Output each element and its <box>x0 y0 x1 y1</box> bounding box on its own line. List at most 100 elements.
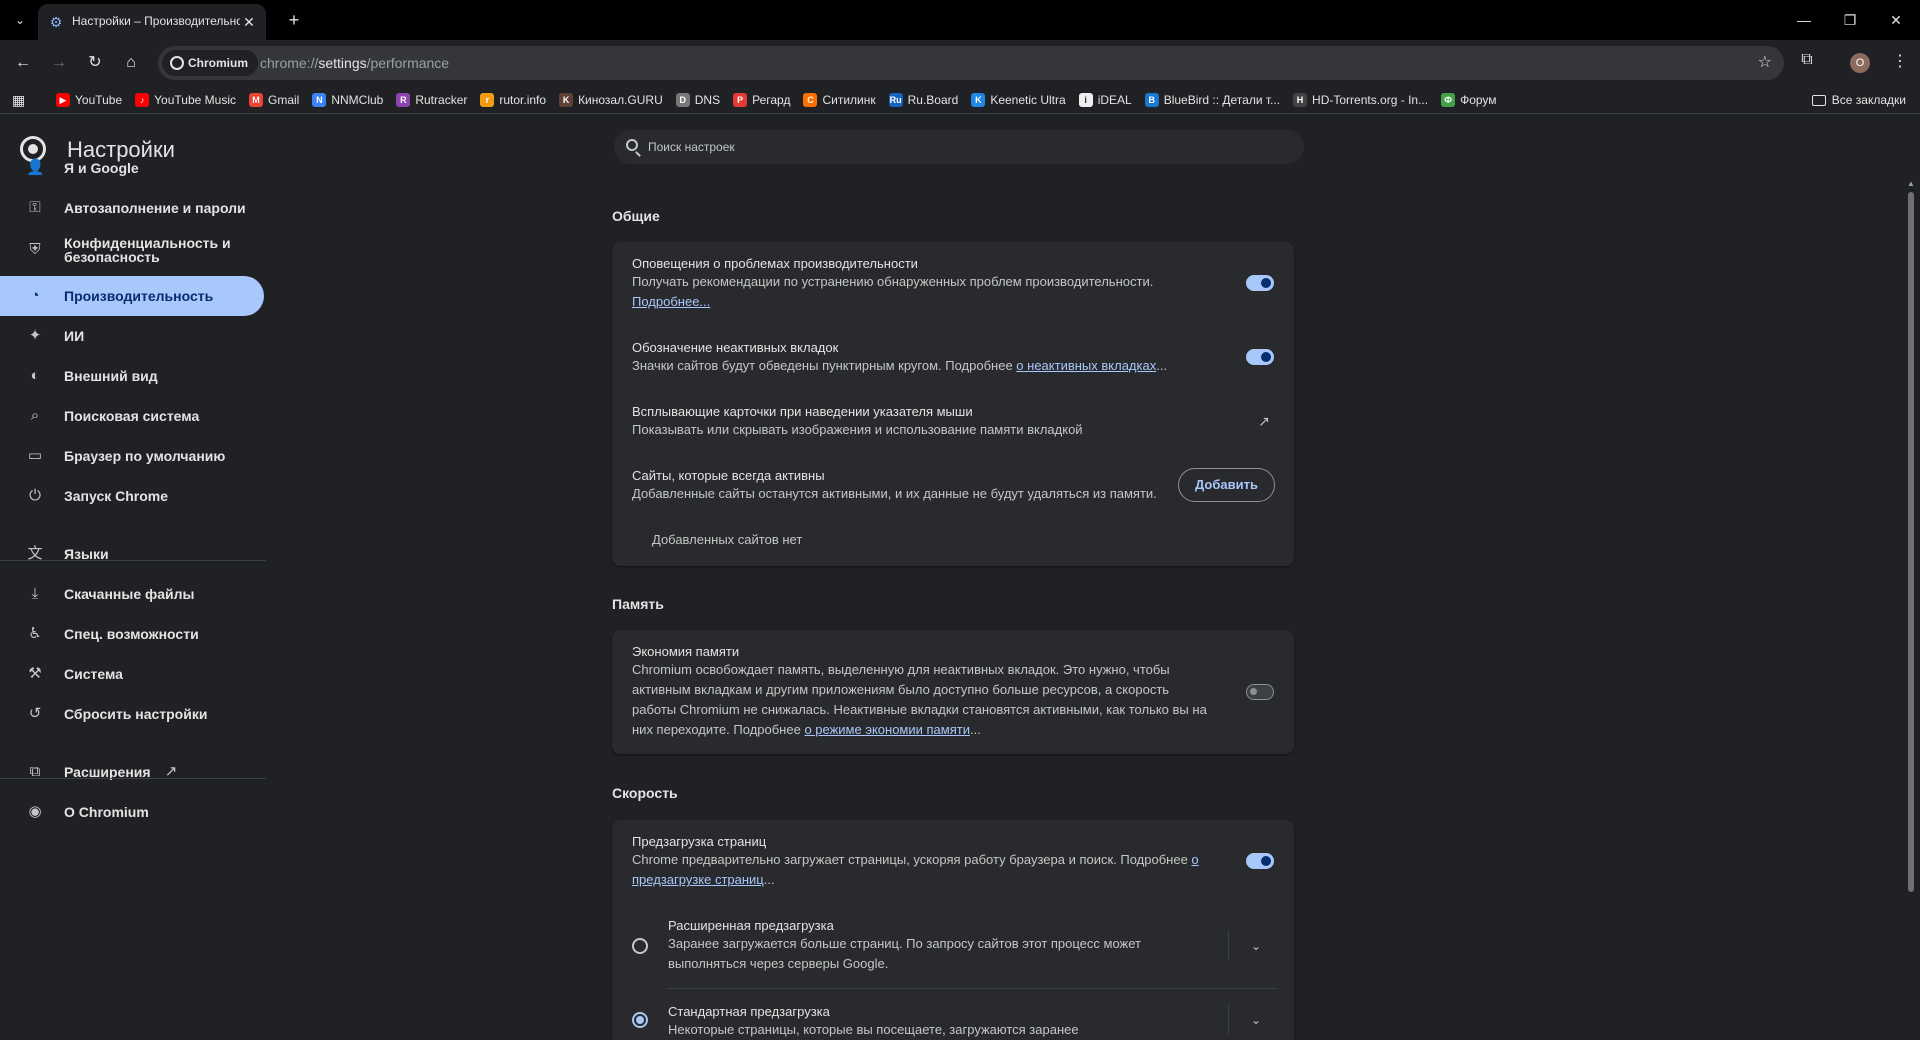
notifications-desc: Получать рекомендации по устранению обна… <box>632 274 1154 289</box>
memory-saver-desc: Chromium освобождает память, выделенную … <box>632 662 1207 737</box>
sidebar-item-palette[interactable]: ◐ Внешний вид <box>0 356 264 396</box>
tab-settings-performance[interactable]: ⚙ Настройки – Производительность ✕ <box>38 4 266 40</box>
tab-strip: ⌄ ⚙ Настройки – Производительность ✕ + —… <box>0 0 1920 40</box>
bookmark-label: Keenetic Ultra <box>990 93 1066 107</box>
bookmark-favicon-icon: ▶ <box>56 93 70 107</box>
speedometer-icon: ◔ <box>30 287 40 304</box>
bookmark-item[interactable]: M Gmail <box>248 93 299 107</box>
sidebar-item-power[interactable]: ⏻ Запуск Chrome <box>0 476 264 516</box>
tab-title: Настройки – Производительность <box>72 14 240 28</box>
sidebar-item-label: Производительность <box>64 288 214 304</box>
sidebar-item-speedometer[interactable]: ◔ Производительность <box>0 276 264 316</box>
apps-grid-icon[interactable]: ▦ <box>12 92 28 108</box>
wrench-icon: ⚒ <box>28 665 42 682</box>
bookmark-label: Ситилинк <box>822 93 876 107</box>
inactive-tabs-toggle[interactable] <box>1246 349 1274 365</box>
tab-close-icon[interactable]: ✕ <box>240 13 258 31</box>
divider <box>668 988 1278 989</box>
search-input[interactable] <box>648 139 1248 155</box>
avatar[interactable]: О <box>1850 53 1870 73</box>
minimize-button[interactable]: — <box>1784 4 1824 36</box>
sidebar-item-wrench[interactable]: ⚒ Система <box>0 654 264 694</box>
notifications-learn-more-link[interactable]: Подробнее... <box>632 294 710 309</box>
sidebar-divider <box>0 560 266 561</box>
sidebar-item-download[interactable]: ⤓ Скачанные файлы <box>0 574 264 614</box>
chevron-down-icon[interactable]: ⌄ <box>1248 938 1264 954</box>
bookmark-label: HD-Torrents.org - In... <box>1312 93 1429 107</box>
new-tab-button[interactable]: + <box>282 8 306 32</box>
forward-arrow-icon[interactable]: → <box>47 51 71 75</box>
bookmark-favicon-icon: B <box>1144 93 1159 107</box>
memory-saver-link[interactable]: о режиме экономии памяти <box>804 722 970 737</box>
preload-toggle[interactable] <box>1246 853 1274 869</box>
bookmark-item[interactable]: i iDEAL <box>1078 93 1132 107</box>
site-info-chip[interactable]: Chromium <box>162 50 258 76</box>
speed-card: Предзагрузка страниц Chrome предваритель… <box>612 820 1294 1040</box>
inactive-tabs-link[interactable]: о неактивных вкладках <box>1016 358 1156 373</box>
folder-icon <box>1811 94 1826 106</box>
search-box[interactable] <box>614 130 1304 164</box>
bookmark-favicon-icon: Ru <box>888 93 903 107</box>
back-arrow-icon[interactable]: ← <box>11 51 35 75</box>
bookmarks-bar: ▦ ▶ YouTube ♪ YouTube Music M Gmail N NNMClub R R… <box>0 86 1920 114</box>
home-icon[interactable]: ⌂ <box>119 51 143 75</box>
sidebar-item-key[interactable]: ⚿ Автозаполнение и пароли <box>0 188 264 228</box>
reload-icon[interactable]: ↻ <box>83 51 107 75</box>
sidebar-item-search[interactable]: ⌕ Поисковая система <box>0 396 264 436</box>
sidebar-item-label: ИИ <box>64 328 85 344</box>
power-icon: ⏻ <box>29 487 41 504</box>
sidebar-item-translate[interactable]: 文 Языки <box>0 534 264 574</box>
sidebar-item-chromium[interactable]: ◉ О Chromium <box>0 792 264 832</box>
bookmark-item[interactable]: Р Регард <box>733 93 790 107</box>
standard-preload-radio[interactable] <box>632 1012 648 1028</box>
sidebar-item-reset[interactable]: ↺ Сбросить настройки <box>0 694 264 734</box>
sidebar-item-shield[interactable]: ⛨ Конфиденциальность и безопасность <box>0 228 264 272</box>
section-title-memory: Память <box>612 596 664 612</box>
sidebar-divider <box>0 778 266 779</box>
sidebar-item-accessibility[interactable]: ♿ Спец. возможности <box>0 614 264 654</box>
menu-kebab-icon[interactable]: ⋮ <box>1892 51 1908 73</box>
bookmark-item[interactable]: H HD-Torrents.org - In... <box>1293 93 1428 107</box>
sidebar-item-label: О Chromium <box>64 804 149 820</box>
settings-sidebar: Настройки 👤 Я и Google ⚿ Автозаполнение и п… <box>0 120 266 1040</box>
bookmark-favicon-icon: С <box>803 93 818 107</box>
sidebar-item-browser[interactable]: ▭ Браузер по умолчанию <box>0 436 264 476</box>
extended-preload-radio[interactable] <box>632 938 648 954</box>
maximize-button[interactable]: ❐ <box>1830 4 1870 36</box>
all-bookmarks-button[interactable]: Все закладки <box>1811 93 1906 107</box>
sidebar-item-sparkle[interactable]: ✦ ИИ <box>0 316 264 356</box>
bookmark-item[interactable]: ▶ YouTube <box>56 93 122 107</box>
extended-preload-title: Расширенная предзагрузка <box>668 918 834 933</box>
open-external-icon[interactable]: ↗ <box>1256 413 1272 429</box>
bookmark-item[interactable]: D DNS <box>675 93 720 107</box>
sidebar-item-label: Я и Google <box>64 160 139 176</box>
bookmark-favicon-icon: ♪ <box>135 93 150 107</box>
sidebar-item-puzzle[interactable]: ⧉ Расширения ↗ <box>0 752 264 792</box>
bookmark-item[interactable]: Ф Форум <box>1441 93 1497 107</box>
chevron-down-icon[interactable]: ⌄ <box>1248 1012 1264 1028</box>
bookmark-item[interactable]: Ru Ru.Board <box>888 93 958 107</box>
bookmark-favicon-icon: Р <box>733 93 748 107</box>
notifications-toggle[interactable] <box>1246 275 1274 291</box>
bookmark-item[interactable]: K Кинозал.GURU <box>559 93 663 107</box>
bookmark-star-icon[interactable]: ☆ <box>1758 52 1772 72</box>
bookmark-item[interactable]: R Rutracker <box>396 93 467 107</box>
sidebar-item-person[interactable]: 👤 Я и Google <box>0 148 264 188</box>
memory-saver-toggle[interactable] <box>1246 684 1274 700</box>
scroll-up-arrow-icon[interactable]: ▲ <box>1906 180 1916 188</box>
sidebar-item-label: Запуск Chrome <box>64 488 169 504</box>
tab-search-chevron-icon[interactable]: ⌄ <box>10 10 30 30</box>
bookmark-item[interactable]: B BlueBird :: Детали т... <box>1144 93 1280 107</box>
bookmark-item[interactable]: K Keenetic Ultra <box>971 93 1066 107</box>
always-active-desc: Добавленные сайты останутся активными, и… <box>632 486 1157 501</box>
bookmark-item[interactable]: ♪ YouTube Music <box>135 93 236 107</box>
address-bar[interactable]: Chromium chrome://settings/performance ☆ <box>158 46 1784 80</box>
scrollbar-thumb[interactable] <box>1908 192 1914 892</box>
url-text[interactable]: chrome://settings/performance <box>260 55 449 71</box>
bookmark-item[interactable]: N NNMClub <box>312 93 383 107</box>
bookmark-item[interactable]: r rutor.info <box>480 93 546 107</box>
extensions-puzzle-icon[interactable]: ⧉ <box>1796 51 1818 73</box>
bookmark-item[interactable]: С Ситилинк <box>803 93 876 107</box>
close-window-button[interactable]: ✕ <box>1876 4 1916 36</box>
add-site-button[interactable]: Добавить <box>1178 468 1275 502</box>
